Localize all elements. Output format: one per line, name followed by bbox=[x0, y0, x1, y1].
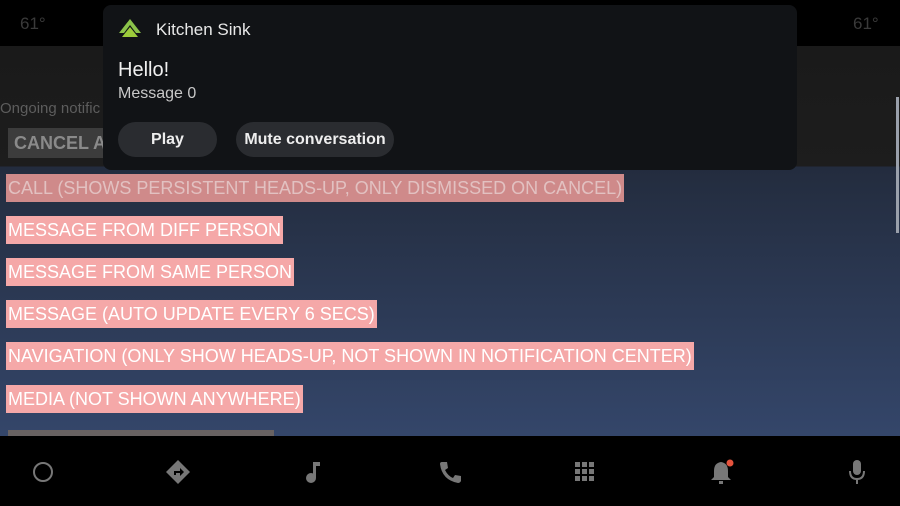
mute-conversation-button[interactable]: Mute conversation bbox=[236, 122, 394, 157]
notification-message: Message 0 bbox=[118, 85, 197, 102]
temperature-right: 61° bbox=[853, 14, 879, 33]
media-notification-button[interactable]: MEDIA (NOT SHOWN ANYWHERE) bbox=[6, 385, 303, 413]
scrollbar[interactable] bbox=[896, 97, 899, 233]
ongoing-notifications-label: Ongoing notific bbox=[0, 100, 101, 117]
notifications-bell-icon[interactable] bbox=[707, 458, 735, 486]
phone-icon[interactable] bbox=[436, 458, 464, 486]
message-auto-update-button[interactable]: MESSAGE (AUTO UPDATE EVERY 6 SECS) bbox=[6, 300, 377, 328]
microphone-icon[interactable] bbox=[843, 458, 871, 486]
kitchen-sink-chevron-icon bbox=[119, 19, 141, 37]
notification-badge bbox=[726, 459, 734, 467]
home-icon[interactable] bbox=[29, 458, 57, 486]
call-notification-button[interactable]: CALL (SHOWS PERSISTENT HEADS-UP, ONLY DI… bbox=[6, 174, 625, 202]
notification-app-name: Kitchen Sink bbox=[156, 20, 251, 39]
navigation-icon[interactable] bbox=[164, 458, 192, 486]
message-same-person-button[interactable]: MESSAGE FROM SAME PERSON bbox=[6, 258, 295, 286]
apps-grid-icon[interactable] bbox=[571, 458, 599, 486]
music-icon[interactable] bbox=[299, 458, 327, 486]
heads-up-notification[interactable]: Kitchen Sink Hello! Message 0 Play Mute … bbox=[103, 5, 797, 170]
navigation-notification-button[interactable]: NAVIGATION (ONLY SHOW HEADS-UP, NOT SHOW… bbox=[6, 342, 694, 370]
temperature-left: 61° bbox=[20, 14, 46, 33]
navigation-bar bbox=[0, 436, 900, 506]
message-diff-person-button[interactable]: MESSAGE FROM DIFF PERSON bbox=[6, 216, 284, 244]
notification-title: Hello! bbox=[118, 59, 170, 81]
play-action-button[interactable]: Play bbox=[118, 122, 217, 157]
